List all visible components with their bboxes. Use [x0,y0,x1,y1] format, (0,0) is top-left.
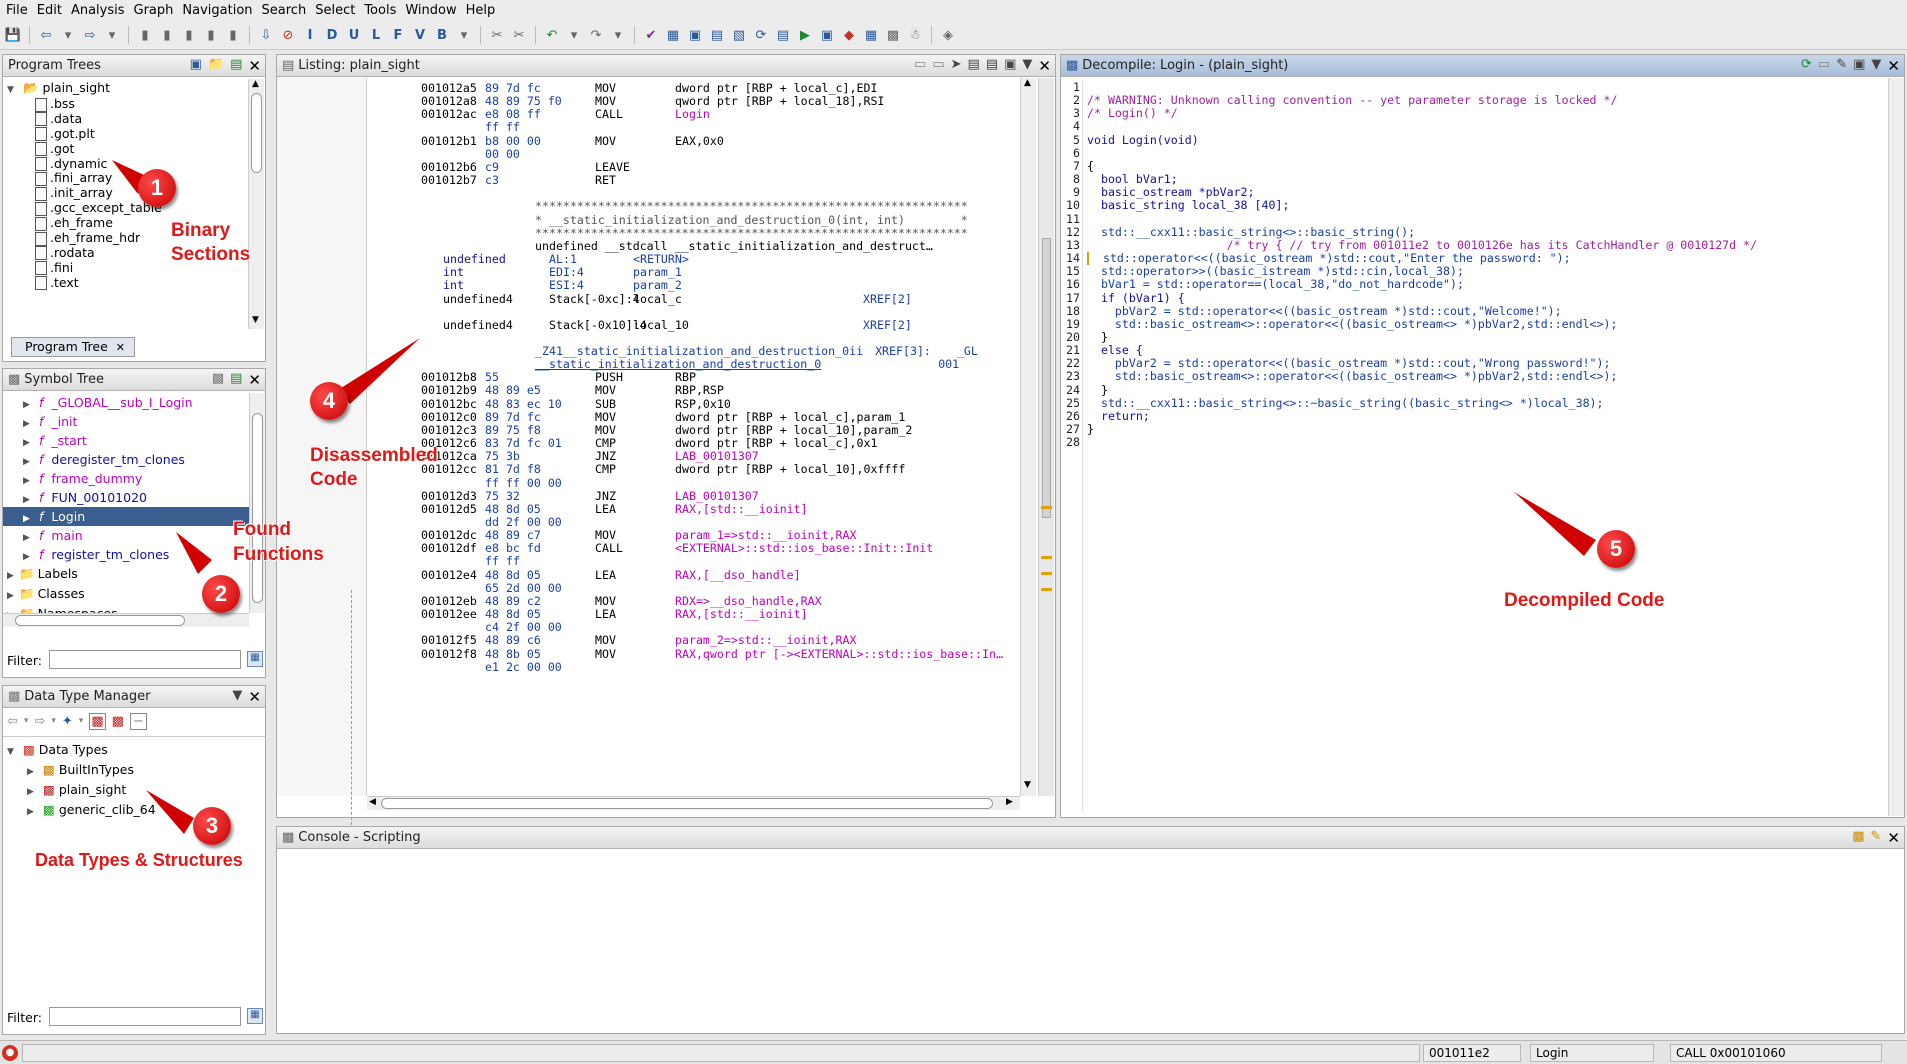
annotation-arrow-3 [146,790,194,834]
annotation-badge-3: 3 [193,807,231,845]
annotation-arrow-4 [338,338,420,404]
annotation-badge-1: 1 [138,169,176,207]
annotation-label-code: Code [310,469,358,490]
annotation-label-sections: Sections [171,244,251,265]
annotation-label-data-types: Data Types & Structures [35,850,243,870]
annotation-arrow-2 [176,532,212,574]
annotation-label-disassembled: Disassembled [310,445,438,466]
annotation-badge-4: 4 [310,382,348,420]
annotation-label-binary: Binary [171,220,231,241]
annotation-arrow-5 [1514,492,1596,556]
annotation-label-decompiled: Decompiled Code [1504,590,1665,611]
annotation-label-found: Found [233,519,292,540]
annotation-badge-2: 2 [202,575,240,613]
annotation-badge-5: 5 [1597,530,1635,568]
annotation-label-functions: Functions [233,544,324,565]
